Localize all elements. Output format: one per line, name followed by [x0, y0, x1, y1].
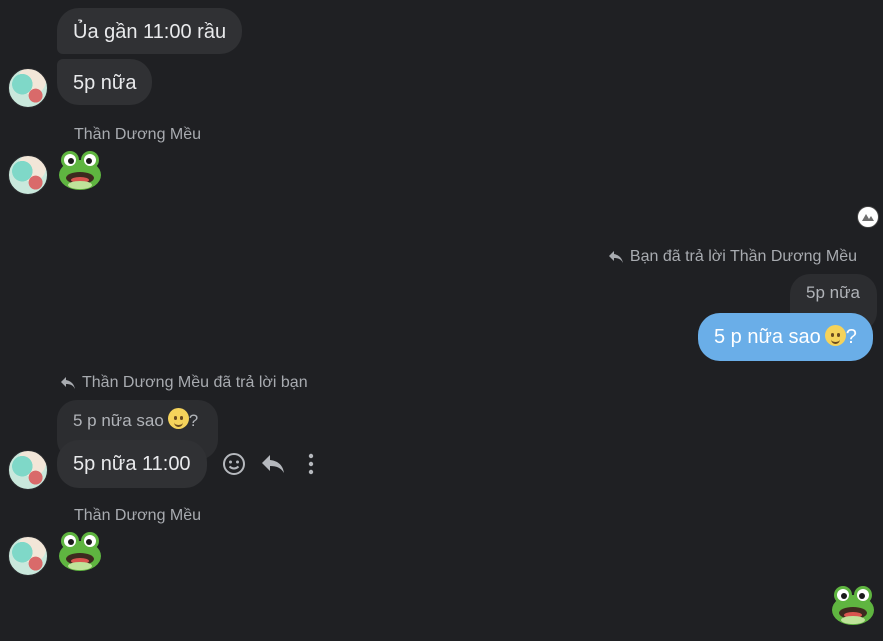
- avatar[interactable]: [8, 450, 48, 490]
- reply-label-text: Bạn đã trả lời Thần Dương Mều: [629, 248, 857, 265]
- my-message-bubble[interactable]: 5 p nữa sao?: [698, 313, 873, 361]
- reply-arrow-icon: [608, 251, 623, 263]
- frog-sticker[interactable]: [57, 149, 103, 191]
- avatar[interactable]: [8, 68, 48, 108]
- reply-arrow-icon: [61, 377, 75, 389]
- message-text: 5p nữa: [73, 72, 137, 94]
- sender-name: Thần Dương Mều: [74, 126, 202, 143]
- avatar[interactable]: [8, 536, 48, 576]
- message-text: 5 p nữa sao: [714, 326, 821, 348]
- message-bubble[interactable]: 5p nữa 11:00: [57, 440, 207, 488]
- message-text: Ủa gần 11:00 rầu: [73, 21, 227, 43]
- reply-label-text: Thần Dương Mều đã trả lời bạn: [82, 374, 308, 391]
- avatar[interactable]: [8, 155, 48, 195]
- quoted-text: 5p nữa: [806, 283, 860, 302]
- message-bubble[interactable]: 5p nữa: [57, 59, 153, 105]
- reply-indicator: Bạn đã trả lời Thần Dương Mều: [608, 248, 857, 266]
- frog-sticker[interactable]: [57, 530, 103, 572]
- quoted-text: 5 p nữa sao: [73, 411, 164, 430]
- emoji-icon: [167, 408, 189, 429]
- message-bubble[interactable]: Ủa gần 11:00 rầu: [57, 8, 243, 54]
- sender-name: Thần Dương Mều: [74, 507, 202, 524]
- quoted-text-suffix: ?: [188, 411, 199, 430]
- emoji-icon: [824, 325, 846, 346]
- reply-indicator: Thần Dương Mều đã trả lời bạn: [60, 374, 308, 392]
- more-icon[interactable]: [307, 453, 315, 475]
- message-text: 5p nữa 11:00: [73, 453, 191, 475]
- react-icon[interactable]: [222, 452, 246, 476]
- seen-avatar-icon: [857, 206, 879, 228]
- message-text-suffix: ?: [845, 326, 857, 348]
- frog-sticker[interactable]: [830, 584, 876, 626]
- reply-icon[interactable]: [260, 453, 286, 475]
